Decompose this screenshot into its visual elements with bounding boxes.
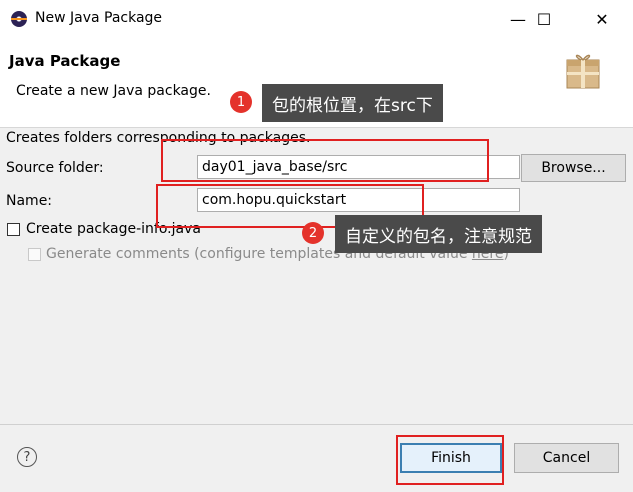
form-description: Creates folders corresponding to package… [6, 130, 311, 146]
annotation-callout-1: 包的根位置，在src下 [262, 84, 443, 122]
help-icon[interactable]: ? [17, 447, 37, 467]
create-package-info-checkbox[interactable] [7, 223, 20, 236]
annotation-badge-1: 1 [230, 91, 252, 113]
eclipse-icon [11, 11, 27, 27]
generate-comments-checkbox[interactable] [28, 248, 41, 261]
close-button[interactable]: ✕ [579, 0, 625, 38]
name-label: Name: [6, 193, 53, 209]
source-folder-field[interactable]: day01_java_base/src [197, 155, 520, 179]
window-title: New Java Package [35, 10, 163, 26]
banner-message: Create a new Java package. [16, 83, 211, 99]
annotation-callout-2: 自定义的包名，注意规范 [335, 215, 542, 253]
create-package-info-label: Create package-info.java [26, 221, 201, 237]
cancel-button[interactable]: Cancel [514, 443, 619, 473]
finish-button[interactable]: Finish [400, 443, 502, 473]
maximize-button[interactable]: ☐ [521, 0, 567, 38]
annotation-badge-2: 2 [302, 222, 324, 244]
browse-button[interactable]: Browse... [521, 154, 626, 182]
package-icon [566, 54, 600, 89]
title-bar: New Java Package — ☐ ✕ [0, 0, 633, 38]
banner-title: Java Package [9, 52, 121, 70]
footer-separator [0, 424, 633, 425]
source-folder-label: Source folder: [6, 160, 104, 176]
package-name-field[interactable]: com.hopu.quickstart [197, 188, 520, 212]
